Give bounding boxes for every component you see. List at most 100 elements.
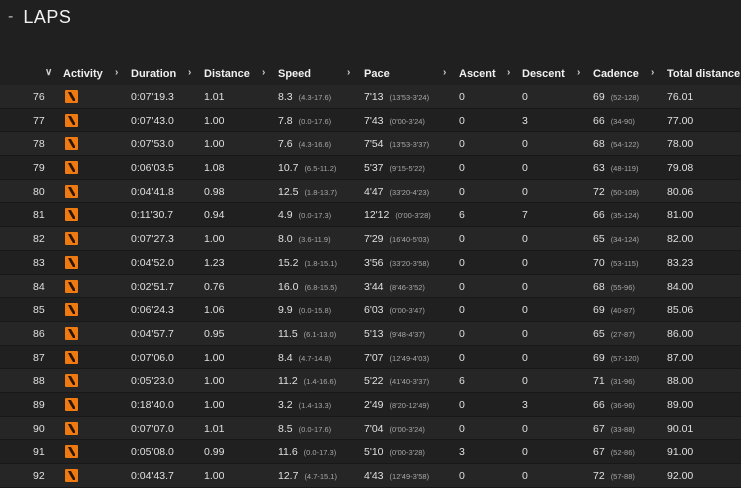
chevron-right-icon[interactable]: ›	[115, 67, 118, 78]
lap-cadence-value: 65	[593, 327, 605, 340]
lap-speed-value: 15.2	[278, 256, 299, 269]
chevron-right-icon[interactable]: ›	[651, 67, 654, 78]
table-row[interactable]: 77 0:07'43.0 1.00 7.8 (0.0-17.6) 7'43 (0'0…	[0, 108, 741, 133]
running-icon[interactable]	[65, 421, 78, 435]
chevron-right-icon[interactable]: ›	[347, 67, 350, 78]
lap-pace-range: (9'48-4'37)	[389, 329, 425, 339]
lap-pace-value: 7'04	[364, 422, 384, 435]
lap-speed-range: (4.3-17.6)	[298, 93, 332, 102]
col-activity[interactable]: Activity	[63, 68, 103, 80]
lap-cadence-value: 66	[593, 114, 605, 127]
running-icon[interactable]	[65, 208, 78, 222]
lap-pace-range: (0'00-3'47)	[389, 306, 425, 316]
lap-cadence-value: 65	[593, 233, 605, 246]
lap-descent: 0	[522, 138, 528, 151]
running-icon[interactable]	[65, 255, 78, 269]
table-row[interactable]: 85 0:06'24.3 1.06 9.9 (0.0-15.8) 6'03 (0'0…	[0, 298, 741, 322]
lap-pace: 5'22 (41'40-3'37)	[364, 375, 429, 387]
running-icon[interactable]	[65, 232, 78, 246]
running-icon[interactable]	[65, 469, 78, 482]
col-pace[interactable]: Pace	[364, 68, 390, 80]
lap-speed-value: 8.0	[278, 233, 293, 246]
table-row[interactable]: 78 0:07'53.0 1.00 7.6 (4.3-16.6) 7'54 (13'…	[0, 132, 741, 157]
chevron-right-icon[interactable]: ›	[577, 67, 580, 78]
lap-total-distance: 92.00	[667, 470, 694, 482]
lap-cadence-range: (27-87)	[610, 329, 635, 339]
lap-ascent: 0	[459, 162, 465, 175]
lap-ascent: 0	[459, 422, 465, 435]
lap-duration: 0:04'43.7	[131, 470, 174, 482]
chevron-right-icon[interactable]: ›	[443, 67, 446, 78]
lap-distance: 0.95	[204, 327, 225, 340]
lap-pace: 5'10 (0'00-3'28)	[364, 446, 425, 458]
table-row[interactable]: 90 0:07'07.0 1.01 8.5 (0.0-17.6) 7'04 (0'0…	[0, 416, 741, 441]
running-icon[interactable]	[65, 161, 78, 175]
lap-cadence-range: (52-86)	[610, 448, 635, 458]
running-icon[interactable]	[65, 137, 78, 151]
table-row[interactable]: 91 0:05'08.0 0.99 11.6 (0.0-17.3) 5'10 (0'…	[0, 440, 741, 464]
running-icon[interactable]	[65, 326, 78, 340]
running-icon[interactable]	[65, 445, 78, 459]
col-total-distance[interactable]: Total distance	[667, 68, 740, 80]
table-row[interactable]: 76 0:07'19.3 1.01 8.3 (4.3-17.6) 7'13 (13'…	[0, 85, 741, 109]
chevron-right-icon[interactable]: ›	[188, 67, 191, 78]
table-row[interactable]: 83 0:04'52.0 1.23 15.2 (1.8-15.1) 3'56 (33…	[0, 250, 741, 275]
lap-cadence-range: (36-96)	[610, 400, 635, 410]
table-row[interactable]: 89 0:18'40.0 1.00 3.2 (1.4-13.3) 2'49 (8'2…	[0, 392, 741, 417]
lap-number: 81	[33, 209, 45, 222]
table-row[interactable]: 82 0:07'27.3 1.00 8.0 (3.6-11.9) 7'29 (16'…	[0, 227, 741, 251]
col-ascent[interactable]: Ascent	[459, 68, 496, 80]
col-descent[interactable]: Descent	[522, 68, 565, 80]
lap-speed: 11.2 (1.4-16.6)	[278, 375, 336, 387]
table-row[interactable]: 84 0:02'51.7 0.76 16.0 (6.8-15.5) 3'44 (8'…	[0, 274, 741, 299]
running-icon[interactable]	[65, 303, 78, 317]
lap-number: 82	[33, 233, 45, 246]
running-icon[interactable]	[65, 397, 78, 411]
lap-duration: 0:06'24.3	[131, 304, 174, 317]
table-row[interactable]: 92 0:04'43.7 1.00 12.7 (4.7-15.1) 4'43 (12…	[0, 464, 741, 488]
lap-distance: 1.23	[204, 256, 225, 269]
running-icon[interactable]	[65, 90, 78, 103]
lap-speed-value: 7.8	[278, 114, 293, 127]
lap-pace: 7'04 (0'00-3'24)	[364, 423, 425, 435]
lap-duration: 0:11'30.7	[131, 209, 174, 222]
lap-ascent: 0	[459, 398, 465, 411]
table-row[interactable]: 80 0:04'41.8 0.98 12.5 (1.8-13.7) 4'47 (33…	[0, 179, 741, 204]
lap-speed: 12.7 (4.7-15.1)	[278, 470, 337, 482]
table-row[interactable]: 87 0:07'06.0 1.00 8.4 (4.7-14.8) 7'07 (12'…	[0, 345, 741, 370]
table-row[interactable]: 86 0:04'57.7 0.95 11.5 (6.1-13.0) 5'13 (9'…	[0, 321, 741, 346]
running-icon[interactable]	[65, 113, 78, 127]
running-icon[interactable]	[65, 184, 78, 198]
lap-distance: 1.08	[204, 162, 225, 175]
table-row[interactable]: 79 0:06'03.5 1.08 10.7 (6.5-11.2) 5'37 (9'…	[0, 156, 741, 180]
lap-pace-range: (0'00-3'24)	[389, 424, 425, 434]
chevron-right-icon[interactable]: ›	[507, 67, 510, 78]
lap-cadence-range: (31-96)	[610, 377, 635, 387]
col-speed[interactable]: Speed	[278, 68, 311, 80]
table-row[interactable]: 88 0:05'23.0 1.00 11.2 (1.4-16.6) 5'22 (41…	[0, 369, 741, 393]
lap-descent: 0	[522, 185, 528, 198]
lap-speed-range: (0.0-17.3)	[303, 448, 337, 458]
lap-descent: 0	[522, 327, 528, 340]
lap-speed: 10.7 (6.5-11.2)	[278, 162, 336, 174]
lap-pace: 4'47 (33'20-4'23)	[364, 186, 429, 198]
chevron-right-icon[interactable]: ›	[262, 67, 265, 78]
lap-total-distance: 83.23	[667, 256, 694, 269]
chevron-down-icon[interactable]: ∨	[45, 67, 52, 78]
collapse-icon[interactable]: -	[8, 8, 13, 26]
lap-distance: 0.94	[204, 209, 225, 222]
lap-speed-range: (4.7-14.8)	[298, 353, 332, 363]
running-icon[interactable]	[65, 279, 78, 293]
lap-number: 77	[33, 114, 45, 127]
lap-cadence-range: (33-88)	[610, 424, 635, 434]
lap-pace: 4'43 (12'49-3'58)	[364, 470, 429, 482]
running-icon[interactable]	[65, 374, 78, 388]
lap-ascent: 0	[459, 304, 465, 317]
lap-pace-value: 5'10	[364, 446, 384, 459]
col-cadence[interactable]: Cadence	[593, 68, 639, 80]
lap-speed: 11.6 (0.0-17.3)	[278, 446, 336, 458]
running-icon[interactable]	[65, 350, 78, 364]
col-duration[interactable]: Duration	[131, 68, 176, 80]
table-row[interactable]: 81 0:11'30.7 0.94 4.9 (0.0-17.3) 12'12 (0'…	[0, 203, 741, 228]
col-distance[interactable]: Distance	[204, 68, 250, 80]
